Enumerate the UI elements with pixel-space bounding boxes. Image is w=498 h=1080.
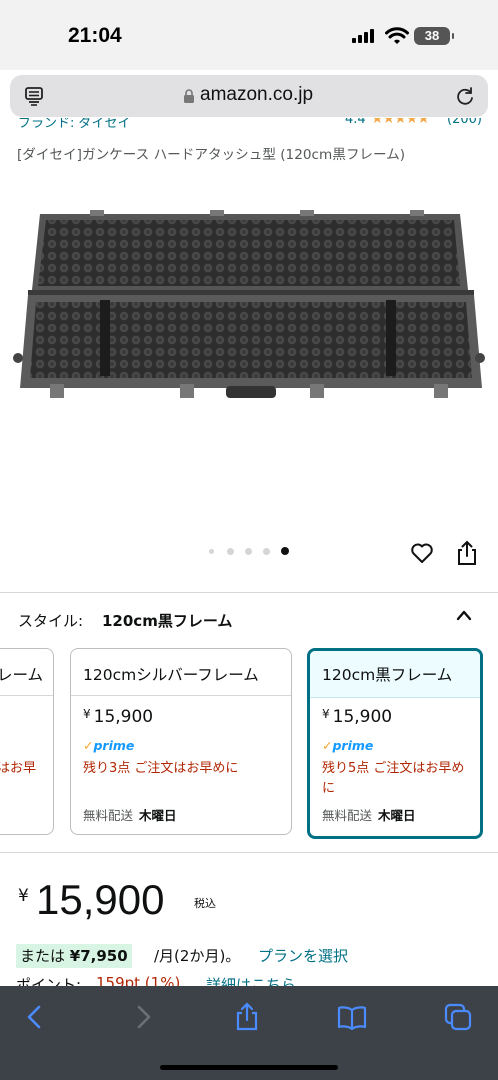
stock-notice: 残り5点 ご注文はお早めに — [322, 761, 465, 796]
brand-rating-row: ブランド: ダイセイ 4.4 ★★★★★ (200) — [0, 118, 498, 136]
style-label: スタイル: — [18, 612, 84, 630]
product-title: [ダイセイ]ガンケース ハードアタッシュ型 (120cm黒フレーム) — [17, 147, 406, 163]
wifi-icon — [385, 27, 409, 44]
style-option-card[interactable]: レーム はお早 — [0, 648, 54, 835]
style-option-header: 120cmシルバーフレーム — [71, 649, 291, 696]
rating-value: 4.4 — [345, 118, 366, 127]
divider — [0, 852, 498, 853]
pagination-dot[interactable] — [227, 548, 234, 555]
pagination-dot-active[interactable] — [281, 547, 289, 555]
pagination-dot[interactable] — [209, 549, 214, 554]
stock-notice: 残り3点 ご注文はお早めに — [83, 761, 239, 776]
battery-indicator: 38 — [414, 27, 454, 45]
product-image[interactable] — [10, 190, 488, 420]
style-option-header: レーム — [0, 649, 53, 696]
bookmarks-icon[interactable] — [337, 1002, 367, 1032]
style-option-price: ¥15,900 — [322, 707, 393, 727]
tabs-icon[interactable] — [443, 1002, 473, 1032]
price-currency: ¥ — [18, 886, 29, 906]
stock-notice: はお早 — [0, 761, 37, 776]
installment-term: /月(2か月)。 — [154, 947, 241, 965]
style-option-header: 120cm黒フレーム — [310, 651, 480, 698]
heart-icon[interactable] — [410, 541, 434, 565]
divider — [0, 592, 498, 593]
share-icon[interactable] — [456, 540, 478, 566]
home-indicator — [160, 1065, 338, 1070]
pagination-dot[interactable] — [263, 548, 270, 555]
chevron-up-icon[interactable] — [456, 609, 472, 621]
shipping-info: 無料配送 木曜日 — [322, 808, 416, 823]
points-label: ポイント: — [16, 976, 82, 986]
address-bar[interactable]: amazon.co.jp — [10, 75, 488, 117]
page-menu-icon[interactable] — [24, 86, 44, 106]
status-time: 21:04 — [68, 24, 122, 47]
style-option-price: ¥15,900 — [83, 707, 154, 727]
brand-link[interactable]: ブランド: ダイセイ — [18, 118, 131, 131]
lock-icon — [184, 89, 194, 103]
share-icon[interactable] — [232, 1002, 262, 1032]
style-value: 120cm黒フレーム — [102, 612, 233, 630]
prime-badge: ✓prime — [322, 738, 374, 753]
back-icon[interactable] — [20, 1002, 50, 1032]
select-plan-link[interactable]: プランを選択 — [258, 944, 348, 968]
style-option-card-selected[interactable]: 120cm黒フレーム ¥15,900 ✓prime 残り5点 ご注文はお早めに … — [307, 648, 483, 839]
price-amount: 15,900 — [36, 876, 165, 923]
prime-check-icon: ✓ — [322, 738, 333, 753]
points-value: 159pt (1%) — [96, 974, 181, 986]
browser-toolbar — [0, 986, 498, 1080]
style-option-card[interactable]: 120cmシルバーフレーム ¥15,900 ✓prime 残り3点 ご注文はお早… — [70, 648, 292, 835]
style-option-name: 120cmシルバーフレーム — [83, 666, 259, 684]
installment-badge: または ¥7,950 — [16, 944, 132, 968]
points-row: ポイント: 159pt (1%) 詳細はこちら — [16, 974, 496, 986]
style-option-name: 120cm黒フレーム — [322, 666, 453, 684]
shipping-info: 無料配送 木曜日 — [83, 808, 177, 823]
star-rating-icon[interactable]: ★★★★★ — [371, 118, 430, 127]
prime-check-icon: ✓ — [83, 738, 94, 753]
cellular-signal-icon — [352, 28, 376, 43]
status-bar: 21:04 38 — [0, 0, 498, 70]
pagination-dot[interactable] — [245, 548, 252, 555]
points-details-link[interactable]: 詳細はこちら — [206, 974, 296, 986]
rating-count[interactable]: (200) — [447, 118, 482, 127]
image-pagination-dots[interactable] — [209, 547, 293, 558]
url-domain[interactable]: amazon.co.jp — [200, 84, 313, 106]
style-option-name: レーム — [0, 666, 44, 684]
prime-badge: ✓prime — [83, 738, 135, 753]
tax-note: 税込 — [194, 897, 216, 910]
reload-icon[interactable] — [454, 85, 476, 107]
forward-icon[interactable] — [128, 1002, 158, 1032]
